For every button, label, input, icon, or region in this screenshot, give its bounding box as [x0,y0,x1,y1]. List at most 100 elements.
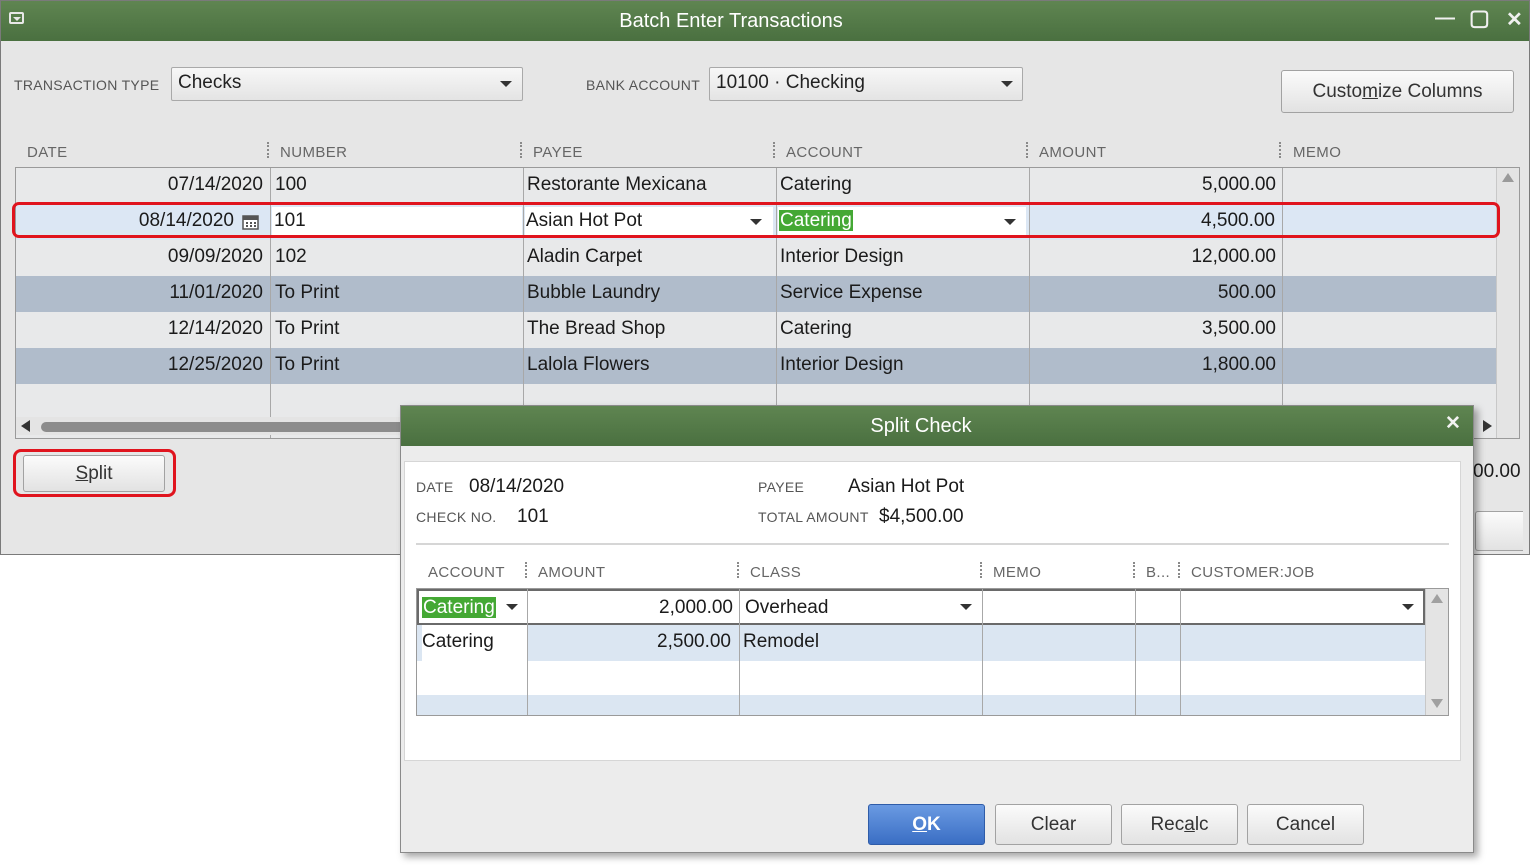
cell-date[interactable]: 11/01/2020 [16,276,263,312]
total-amount-label: TOTAL AMOUNT [758,509,869,525]
column-divider [1180,589,1181,715]
recalc-label-a: Rec [1150,814,1185,835]
column-resize-handle[interactable] [1178,562,1182,578]
col-header-customer-job[interactable]: CUSTOMER:JOB [1191,564,1315,581]
cell-account[interactable]: Interior Design [780,348,904,384]
clear-button[interactable]: Clear [995,804,1112,845]
cell-account[interactable]: Catering [780,312,852,348]
customize-columns-button[interactable]: Customize Columns [1281,70,1514,113]
cell-payee[interactable]: The Bread Shop [527,312,665,348]
table-row[interactable]: 07/14/2020 100 Restorante Mexicana Cater… [16,168,1498,204]
cell-payee[interactable]: Lalola Flowers [527,348,650,384]
recalc-button[interactable]: Recalc [1121,804,1238,845]
cell-account[interactable]: Interior Design [780,240,904,276]
selected-row-highlight [12,202,1500,238]
column-resize-handle[interactable] [525,562,529,578]
hidden-button[interactable] [1475,511,1523,551]
scroll-up-icon[interactable] [1431,594,1443,603]
col-header-number[interactable]: NUMBER [280,144,347,161]
split-check-dialog: Split Check ✕ DATE 08/14/2020 CHECK NO. … [400,405,1474,853]
scroll-down-icon[interactable] [1431,699,1443,708]
cell-amount[interactable]: 2,000.00 [529,591,733,627]
col-header-payee[interactable]: PAYEE [533,144,583,161]
close-icon[interactable]: ✕ [1506,7,1523,32]
cell-payee[interactable]: Aladin Carpet [527,240,642,276]
cell-account[interactable]: Catering [422,591,496,627]
cell-amount[interactable]: 3,500.00 [1032,312,1276,348]
bank-account-label: BANK ACCOUNT [586,77,701,93]
cell-date[interactable]: 09/09/2020 [16,240,263,276]
scrollbar-thumb[interactable] [41,422,406,432]
dialog-titlebar: Split Check ✕ [401,406,1473,446]
col-header-amount[interactable]: AMOUNT [1039,144,1106,161]
column-divider [739,589,740,715]
cell-number[interactable]: 100 [275,168,307,204]
cell-number[interactable]: To Print [275,348,339,384]
cell-amount[interactable]: 12,000.00 [1032,240,1276,276]
cell-number[interactable]: To Print [275,312,339,348]
chevron-down-icon[interactable] [1402,604,1414,610]
minimize-icon[interactable]: — [1435,7,1455,30]
col-header-billable[interactable]: B... [1146,564,1170,581]
cell-payee[interactable]: Restorante Mexicana [527,168,707,204]
check-no-value: 101 [517,506,549,527]
column-resize-handle[interactable] [1279,142,1283,158]
account-selected-text: Catering [422,597,496,618]
cell-account[interactable]: Catering [422,625,528,661]
col-header-class[interactable]: CLASS [750,564,801,581]
column-resize-handle[interactable] [773,142,777,158]
bank-account-select[interactable]: 10100 · Checking [709,67,1023,101]
table-row-editing[interactable]: Catering 2,000.00 Overhead [417,589,1425,625]
check-no-label: CHECK NO. [416,509,497,525]
cell-payee[interactable]: Bubble Laundry [527,276,660,312]
table-row-empty[interactable] [417,695,1425,715]
table-row[interactable]: 11/01/2020 To Print Bubble Laundry Servi… [16,276,1498,312]
cancel-button[interactable]: Cancel [1247,804,1364,845]
table-row[interactable]: 12/25/2020 To Print Lalola Flowers Inter… [16,348,1498,384]
chevron-down-icon[interactable] [506,604,518,610]
cell-amount[interactable]: 5,000.00 [1032,168,1276,204]
table-row-empty[interactable] [417,661,1425,695]
cell-date[interactable]: 12/25/2020 [16,348,263,384]
column-resize-handle[interactable] [520,142,524,158]
cell-account[interactable]: Service Expense [780,276,923,312]
col-header-account[interactable]: ACCOUNT [428,564,505,581]
total-amount-value: $4,500.00 [879,506,964,527]
cell-number[interactable]: To Print [275,276,339,312]
cell-account[interactable]: Catering [780,168,852,204]
col-header-account[interactable]: ACCOUNT [786,144,863,161]
cell-class[interactable]: Overhead [745,591,828,627]
payee-label: PAYEE [758,479,805,495]
vertical-scrollbar[interactable] [1425,589,1448,715]
column-resize-handle[interactable] [267,142,271,158]
column-resize-handle[interactable] [1026,142,1030,158]
col-header-amount[interactable]: AMOUNT [538,564,605,581]
transaction-type-select[interactable]: Checks [171,67,523,101]
table-row[interactable]: 09/09/2020 102 Aladin Carpet Interior De… [16,240,1498,276]
scroll-right-icon[interactable] [1483,420,1492,432]
chevron-down-icon[interactable] [960,604,972,610]
col-header-date[interactable]: DATE [27,144,68,161]
col-header-memo[interactable]: MEMO [1293,144,1341,161]
customize-columns-label-a: Custo [1312,81,1363,102]
cell-date[interactable]: 12/14/2020 [16,312,263,348]
close-icon[interactable]: ✕ [1445,412,1461,435]
cell-amount[interactable]: 500.00 [1032,276,1276,312]
ok-button[interactable]: OK [868,804,985,845]
window-titlebar: Batch Enter Transactions — ▢ ✕ [1,1,1529,41]
col-header-memo[interactable]: MEMO [993,564,1041,581]
cell-date[interactable]: 07/14/2020 [16,168,263,204]
column-resize-handle[interactable] [980,562,984,578]
cell-amount[interactable]: 2,500.00 [527,625,731,661]
column-resize-handle[interactable] [1133,562,1137,578]
maximize-icon[interactable]: ▢ [1469,5,1490,31]
column-resize-handle[interactable] [737,562,741,578]
window-title: Batch Enter Transactions [619,10,843,32]
scroll-left-icon[interactable] [21,420,30,432]
cell-class[interactable]: Remodel [743,625,819,661]
scroll-up-icon[interactable] [1502,173,1514,182]
table-row[interactable]: Catering 2,500.00 Remodel [417,625,1425,661]
table-row[interactable]: 12/14/2020 To Print The Bread Shop Cater… [16,312,1498,348]
cell-amount[interactable]: 1,800.00 [1032,348,1276,384]
cell-number[interactable]: 102 [275,240,307,276]
